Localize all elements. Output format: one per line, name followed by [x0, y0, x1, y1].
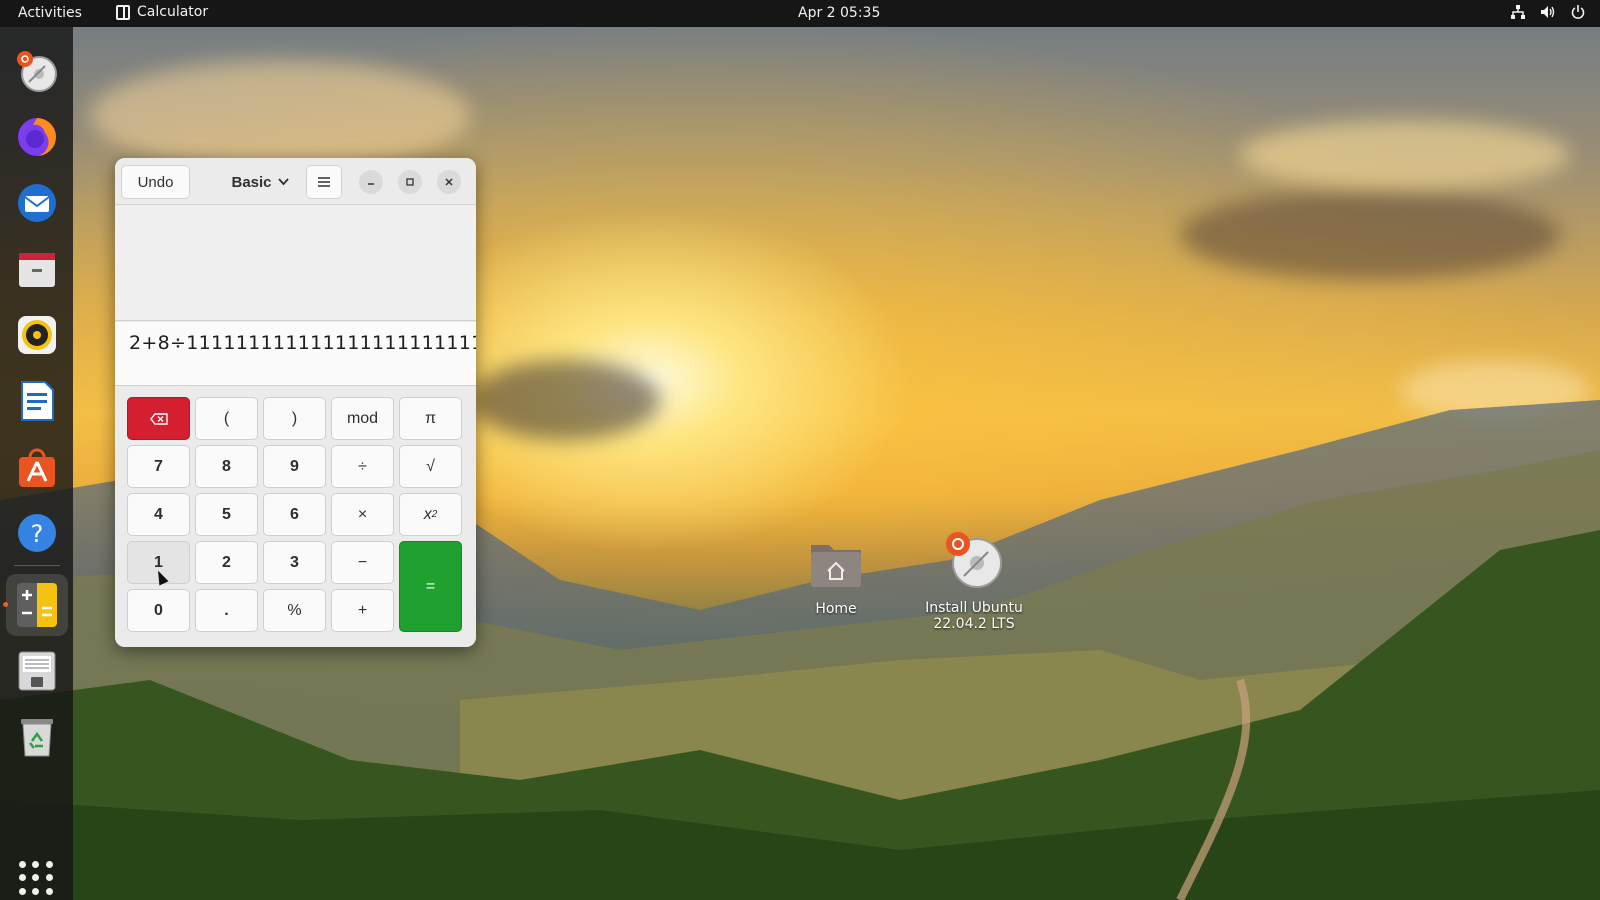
close-paren-button[interactable]: ) [263, 397, 326, 440]
backspace-icon [149, 412, 168, 425]
install-ubuntu-icon[interactable] [13, 47, 61, 95]
close-button[interactable] [437, 170, 461, 194]
digit-5-button[interactable]: 5 [195, 493, 258, 536]
maximize-button[interactable] [398, 170, 422, 194]
writer-icon[interactable] [13, 377, 61, 425]
power-icon[interactable] [1570, 4, 1586, 20]
files-icon[interactable] [13, 245, 61, 293]
digit-8-button[interactable]: 8 [195, 445, 258, 488]
trash-icon[interactable] [13, 713, 61, 761]
open-paren-button[interactable]: ( [195, 397, 258, 440]
rhythmbox-icon[interactable] [13, 311, 61, 359]
app-menu-label: Calculator [137, 4, 209, 20]
percent-button[interactable]: % [263, 589, 326, 632]
square-button[interactable]: x2 [399, 493, 462, 536]
volume-icon[interactable] [1540, 4, 1556, 20]
firefox-icon[interactable] [13, 113, 61, 161]
digit-7-button[interactable]: 7 [127, 445, 190, 488]
equals-button[interactable]: = [399, 541, 462, 632]
desktop-install-ubuntu[interactable]: Install Ubuntu 22.04.2 LTS [919, 530, 1029, 632]
dock-separator [14, 565, 60, 566]
calculator-icon[interactable] [6, 574, 68, 636]
square-exponent: 2 [431, 509, 438, 520]
wallpaper-cloud [1240, 120, 1570, 190]
undo-button[interactable]: Undo [121, 165, 190, 199]
disk-icon[interactable] [13, 647, 61, 695]
subtract-button[interactable]: − [331, 541, 394, 584]
expression-text: 2+8÷11111111111111111111111111 [129, 332, 476, 354]
minimize-button[interactable] [359, 170, 383, 194]
help-icon[interactable]: ? [13, 509, 61, 557]
digit-2-button[interactable]: 2 [195, 541, 258, 584]
network-icon[interactable] [1510, 4, 1526, 20]
square-base: x [423, 505, 432, 523]
header-bar[interactable]: Undo Basic [115, 158, 476, 205]
decimal-point-button[interactable]: . [195, 589, 258, 632]
desktop-home-folder[interactable]: Home [781, 535, 891, 617]
keypad: ( ) mod π 7 8 9 ÷ √ 4 5 6 × x2 1 2 3 − =… [115, 387, 476, 647]
minimize-icon [368, 183, 374, 185]
backspace-button[interactable] [127, 397, 190, 440]
main-menu-button[interactable] [306, 165, 342, 199]
activities-button[interactable]: Activities [18, 5, 82, 21]
system-tray[interactable] [1510, 4, 1586, 20]
hamburger-menu-icon [318, 177, 330, 187]
close-icon [445, 178, 453, 186]
digit-3-button[interactable]: 3 [263, 541, 326, 584]
desktop-install-label-line2: 22.04.2 LTS [933, 616, 1015, 632]
chevron-down-icon [277, 178, 289, 186]
software-store-icon[interactable] [13, 443, 61, 491]
app-menu[interactable]: Calculator [116, 4, 208, 20]
pi-button[interactable]: π [399, 397, 462, 440]
install-ubuntu-icon [946, 532, 1002, 588]
home-folder-icon [811, 545, 861, 587]
digit-4-button[interactable]: 4 [127, 493, 190, 536]
multiply-button[interactable]: × [331, 493, 394, 536]
expression-display[interactable]: 2+8÷11111111111111111111111111 [115, 322, 476, 386]
digit-9-button[interactable]: 9 [263, 445, 326, 488]
maximize-icon [406, 178, 414, 186]
digit-6-button[interactable]: 6 [263, 493, 326, 536]
dock: ? [0, 27, 73, 900]
mod-button[interactable]: mod [331, 397, 394, 440]
desktop-install-label-line1: Install Ubuntu [925, 600, 1023, 616]
sqrt-button[interactable]: √ [399, 445, 462, 488]
desktop-home-label: Home [815, 601, 857, 617]
calculator-window: Undo Basic 2+8÷1111111111111111111111111… [115, 158, 476, 647]
wallpaper-cloud [90, 60, 470, 170]
add-button[interactable]: + [331, 589, 394, 632]
digit-0-button[interactable]: 0 [127, 589, 190, 632]
clock[interactable]: Apr 2 05:35 [798, 5, 880, 21]
show-applications-icon[interactable] [19, 861, 53, 895]
wallpaper-cloud [1180, 190, 1560, 280]
calculator-app-icon [116, 4, 130, 20]
top-bar: Activities Calculator Apr 2 05:35 [0, 0, 1600, 27]
history-area [115, 206, 476, 321]
mode-label: Basic [231, 173, 272, 191]
divide-button[interactable]: ÷ [331, 445, 394, 488]
mode-selector[interactable]: Basic [215, 165, 305, 199]
thunderbird-mail-icon[interactable] [13, 179, 61, 227]
help-glyph: ? [31, 520, 44, 548]
